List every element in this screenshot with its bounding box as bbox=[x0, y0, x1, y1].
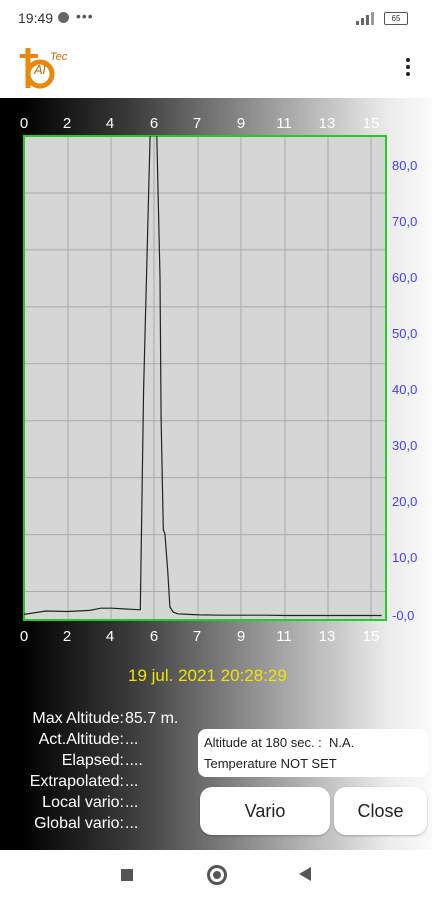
notification-dots: ••• bbox=[76, 8, 94, 24]
info-label: Local vario: bbox=[42, 794, 124, 811]
info-label: Act.Altitude: bbox=[38, 731, 124, 748]
vario-button[interactable]: Vario bbox=[200, 787, 330, 835]
x-tick-label-top: 11 bbox=[276, 115, 292, 132]
info-value: ... bbox=[125, 731, 139, 748]
x-tick-label-top: 0 bbox=[20, 115, 28, 132]
back-icon[interactable] bbox=[299, 867, 311, 881]
signal-icon bbox=[356, 12, 374, 25]
info-value: .... bbox=[125, 752, 143, 769]
info-value: 85.7 m. bbox=[125, 710, 179, 727]
plot-area bbox=[24, 136, 386, 620]
home-icon[interactable] bbox=[207, 865, 227, 885]
x-tick-label-top: 6 bbox=[150, 115, 158, 132]
battery-icon: 65 bbox=[384, 12, 408, 25]
status-time: 19:49 bbox=[18, 10, 54, 26]
info-value: ... bbox=[125, 794, 139, 811]
x-tick-label-bottom: 9 bbox=[237, 628, 245, 645]
y-tick-label: -0,0 bbox=[392, 608, 414, 623]
y-tick-label: 20,0 bbox=[392, 494, 417, 509]
x-tick-label-top: 7 bbox=[193, 115, 201, 132]
info-label: Elapsed: bbox=[61, 752, 124, 769]
x-tick-label-bottom: 7 bbox=[193, 628, 201, 645]
x-tick-label-top: 13 bbox=[319, 115, 336, 132]
app-logo: Al Tec bbox=[20, 48, 68, 89]
info-label: Global vario: bbox=[34, 815, 124, 832]
info-value: ... bbox=[125, 773, 139, 790]
svg-text:Al: Al bbox=[33, 62, 47, 77]
x-tick-label-top: 2 bbox=[63, 115, 71, 132]
altitude-at-line: Altitude at 180 sec. : N.A. bbox=[204, 735, 354, 750]
y-tick-label: 70,0 bbox=[392, 214, 417, 229]
flight-date: 19 jul. 2021 20:28:29 bbox=[128, 666, 287, 685]
y-tick-label: 40,0 bbox=[392, 382, 417, 397]
x-tick-label-bottom: 13 bbox=[319, 628, 336, 645]
x-tick-label-top: 15 bbox=[363, 115, 380, 132]
svg-text:Tec: Tec bbox=[50, 51, 68, 63]
x-tick-label-top: 4 bbox=[106, 115, 114, 132]
y-tick-label: 60,0 bbox=[392, 270, 417, 285]
y-tick-label: 80,0 bbox=[392, 158, 417, 173]
x-tick-label-bottom: 0 bbox=[20, 628, 28, 645]
app-bar: Al Tec bbox=[0, 36, 432, 98]
y-tick-label: 10,0 bbox=[392, 550, 417, 565]
altitude-at-label: Altitude at 180 sec. : bbox=[204, 735, 322, 750]
recents-icon[interactable] bbox=[121, 869, 133, 881]
status-bar: 19:49 ••• 65 bbox=[0, 0, 432, 36]
info-label: Max Altitude: bbox=[32, 710, 124, 727]
info-panel: Altitude at 180 sec. : N.A. Temperature … bbox=[198, 729, 428, 777]
more-vert-icon[interactable] bbox=[400, 56, 416, 80]
messenger-icon bbox=[58, 12, 69, 23]
x-tick-label-top: 9 bbox=[237, 115, 245, 132]
info-label: Extrapolated: bbox=[29, 773, 124, 790]
x-tick-label-bottom: 2 bbox=[63, 628, 71, 645]
x-tick-label-bottom: 6 bbox=[150, 628, 158, 645]
x-tick-label-bottom: 15 bbox=[363, 628, 380, 645]
x-tick-label-bottom: 4 bbox=[106, 628, 114, 645]
x-tick-label-bottom: 11 bbox=[276, 628, 292, 645]
navigation-bar bbox=[0, 850, 432, 900]
info-value: ... bbox=[125, 815, 139, 832]
main-area: 0 0 2 2 4 4 6 6 7 7 9 9 11 11 13 13 15 15 80,0 70,0 60,0 50,0… bbox=[0, 98, 432, 850]
altitude-at-value: N.A. bbox=[329, 735, 355, 750]
close-button[interactable]: Close bbox=[334, 787, 427, 835]
altitude-chart: 0 0 2 2 4 4 6 6 7 7 9 9 11 11 13 13 15 15 80,0 70,0 60,0 50,0… bbox=[20, 115, 417, 645]
temperature-status: Temperature NOT SET bbox=[204, 756, 337, 771]
y-tick-label: 50,0 bbox=[392, 326, 417, 341]
y-tick-label: 30,0 bbox=[392, 438, 417, 453]
